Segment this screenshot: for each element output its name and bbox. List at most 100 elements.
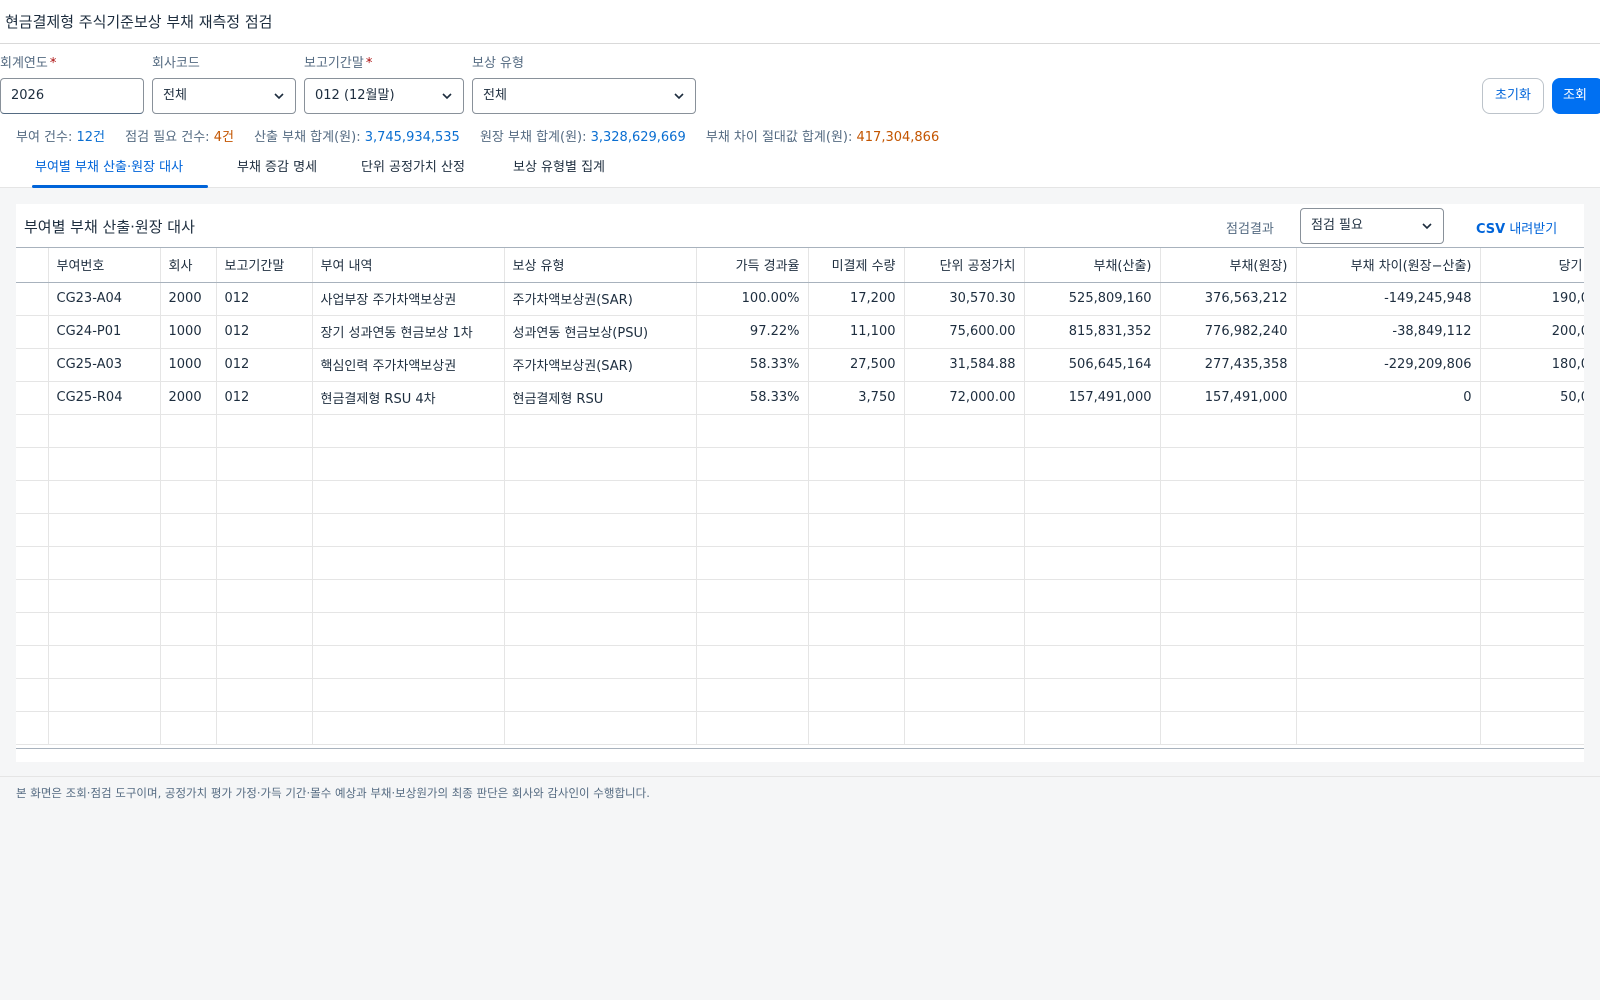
empty-cell — [160, 546, 217, 580]
vest-cell: 97.22% — [696, 315, 809, 349]
column-header[interactable]: 부채 차이(원장−산출) — [1296, 248, 1481, 283]
table-row[interactable]: CG25-R04 2000 012 현금결제형 RSU 4차 현금결제형 RSU… — [16, 381, 1584, 415]
select-column-header[interactable] — [16, 248, 49, 283]
column-header[interactable]: 보고기간말 — [216, 248, 313, 283]
empty-cell — [904, 678, 1025, 712]
table-row[interactable]: CG25-A03 1000 012 핵심인력 주가차액보상권 주가차액보상권(S… — [16, 348, 1584, 382]
empty-cell — [48, 579, 161, 613]
grant-no-cell: CG25-R04 — [48, 381, 161, 415]
column-header[interactable]: 미결제 수량 — [808, 248, 905, 283]
ledger-cell: 376,563,212 — [1160, 282, 1297, 316]
empty-cell — [1024, 414, 1161, 448]
grant-table-container[interactable]: 부여번호 회사 보고기간말 부여 내역 보상 유형 가득 경과율 미결제 수량 … — [16, 247, 1584, 749]
empty-cell — [808, 678, 905, 712]
result-filter-select[interactable]: 점검 필요 — [1300, 208, 1444, 244]
company-code-select[interactable]: 전체 — [152, 78, 296, 114]
empty-cell — [160, 711, 217, 745]
empty-cell — [216, 645, 313, 679]
qty-cell: 27,500 — [808, 348, 905, 382]
reset-button[interactable]: 초기화 — [1482, 78, 1544, 114]
tab-liability-movement[interactable]: 부채 증감 명세 — [237, 156, 317, 175]
column-header[interactable]: 부여번호 — [48, 248, 161, 283]
reconciliation-panel: 부여별 부채 산출·원장 대사 점검결과 점검 필요 CSV 내려받기 부여번호… — [16, 204, 1584, 762]
grant-table: 부여번호 회사 보고기간말 부여 내역 보상 유형 가득 경과율 미결제 수량 … — [16, 248, 1584, 745]
tab-unit-fair-value[interactable]: 단위 공정가치 산정 — [361, 156, 465, 175]
empty-cell — [216, 480, 313, 514]
empty-cell — [904, 612, 1025, 646]
column-header[interactable]: 당기 보상원가 — [1480, 248, 1584, 283]
empty-table-row — [16, 612, 1584, 646]
tab-type-summary[interactable]: 보상 유형별 집계 — [513, 156, 605, 175]
empty-cell — [16, 579, 49, 613]
empty-cell — [808, 447, 905, 481]
empty-cell — [504, 546, 697, 580]
empty-cell — [808, 513, 905, 547]
period-end-label: 보고기간말 * — [304, 56, 373, 71]
empty-cell — [1296, 414, 1481, 448]
empty-cell — [904, 447, 1025, 481]
table-row[interactable]: CG24-P01 1000 012 장기 성과연동 현금보상 1차 성과연동 현… — [16, 315, 1584, 349]
empty-cell — [696, 480, 809, 514]
empty-cell — [696, 546, 809, 580]
diff-cell: -38,849,112 — [1296, 315, 1481, 349]
fiscal-year-input[interactable]: 2026 — [0, 78, 144, 114]
tab-grant-reconciliation[interactable]: 부여별 부채 산출·원장 대사 — [35, 156, 183, 175]
grant-no-cell: CG23-A04 — [48, 282, 161, 316]
column-header[interactable]: 단위 공정가치 — [904, 248, 1025, 283]
column-header[interactable]: 부채(원장) — [1160, 248, 1297, 283]
empty-cell — [808, 612, 905, 646]
column-header[interactable]: 보상 유형 — [504, 248, 697, 283]
desc-cell: 핵심인력 주가차액보상권 — [312, 348, 505, 382]
empty-table-row — [16, 447, 1584, 481]
tab-bar: 부여별 부채 산출·원장 대사 부채 증감 명세 단위 공정가치 산정 보상 유… — [0, 144, 1600, 188]
empty-cell — [160, 678, 217, 712]
table-header-row: 부여번호 회사 보고기간말 부여 내역 보상 유형 가득 경과율 미결제 수량 … — [16, 248, 1584, 283]
result-filter-label: 점검결과 — [1226, 222, 1274, 237]
column-header[interactable]: 부채(산출) — [1024, 248, 1161, 283]
comp-type-label: 보상 유형 — [472, 56, 524, 71]
empty-cell — [16, 612, 49, 646]
comp-type-select[interactable]: 전체 — [472, 78, 696, 114]
panel-title: 부여별 부채 산출·원장 대사 — [24, 218, 195, 236]
empty-cell — [312, 678, 505, 712]
empty-cell — [904, 480, 1025, 514]
empty-cell — [1480, 711, 1584, 745]
empty-cell — [216, 711, 313, 745]
row-selector[interactable] — [16, 381, 49, 415]
column-header[interactable]: 회사 — [160, 248, 217, 283]
empty-cell — [1480, 546, 1584, 580]
empty-cell — [16, 678, 49, 712]
row-selector[interactable] — [16, 348, 49, 382]
empty-cell — [1296, 645, 1481, 679]
row-selector[interactable] — [16, 315, 49, 349]
search-button[interactable]: 조회 — [1552, 78, 1600, 114]
chevron-down-icon — [674, 93, 684, 100]
empty-cell — [216, 678, 313, 712]
period-cell: 012 — [216, 315, 313, 349]
empty-cell — [696, 645, 809, 679]
row-selector[interactable] — [16, 282, 49, 316]
empty-cell — [904, 579, 1025, 613]
empty-cell — [1024, 678, 1161, 712]
empty-cell — [904, 546, 1025, 580]
empty-cell — [1160, 546, 1297, 580]
empty-cell — [504, 480, 697, 514]
fv-cell: 31,584.88 — [904, 348, 1025, 382]
empty-cell — [48, 645, 161, 679]
empty-cell — [216, 612, 313, 646]
empty-cell — [1024, 480, 1161, 514]
column-header[interactable]: 부여 내역 — [312, 248, 505, 283]
empty-cell — [1160, 678, 1297, 712]
calc-cell: 525,809,160 — [1024, 282, 1161, 316]
period-end-select[interactable]: 012 (12월말) — [304, 78, 464, 114]
column-header[interactable]: 가득 경과율 — [696, 248, 809, 283]
diff-cell: 0 — [1296, 381, 1481, 415]
csv-download-link[interactable]: CSV 내려받기 — [1476, 218, 1557, 237]
empty-cell — [16, 513, 49, 547]
desc-cell: 사업부장 주가차액보상권 — [312, 282, 505, 316]
active-tab-indicator — [32, 185, 208, 188]
empty-cell — [160, 447, 217, 481]
empty-cell — [1480, 480, 1584, 514]
company-code-label: 회사코드 — [152, 56, 200, 71]
table-row[interactable]: CG23-A04 2000 012 사업부장 주가차액보상권 주가차액보상권(S… — [16, 282, 1584, 316]
